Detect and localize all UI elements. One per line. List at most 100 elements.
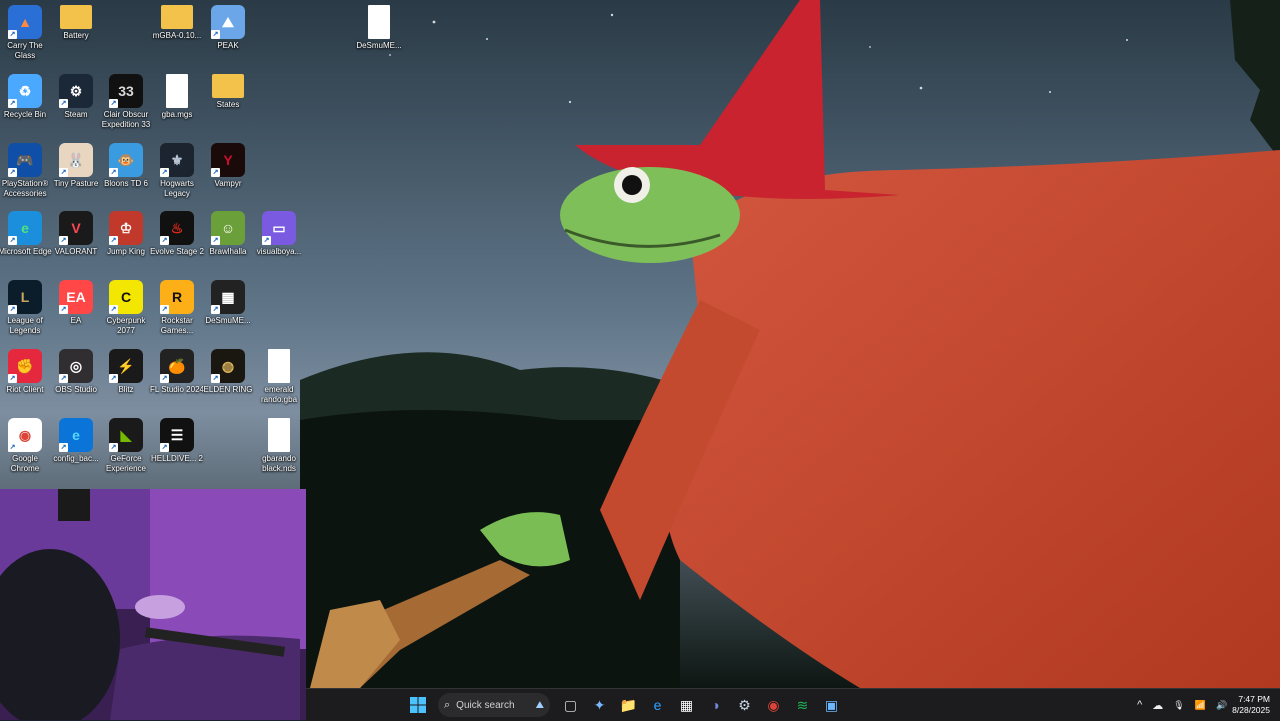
desktop-icon-desmume[interactable]: ▦ ↗ DeSmuME... — [203, 280, 253, 326]
shortcut-arrow-icon: ↗ — [211, 305, 220, 314]
cloud-icon[interactable]: ☁ — [1152, 699, 1163, 712]
start-button[interactable] — [404, 691, 432, 719]
taskbar-copilot-button[interactable]: ✦ — [586, 691, 614, 719]
vampyr-icon: Y ↗ — [211, 143, 245, 177]
tiny-pasture-icon: 🐰 ↗ — [59, 143, 93, 177]
desktop-icon-clair-obscur-expedition-33[interactable]: 33 ↗ Clair Obscur Expedition 33 — [101, 74, 151, 130]
shortcut-arrow-icon: ↗ — [8, 443, 17, 452]
desktop-icon-google-chrome[interactable]: ◉ ↗ Google Chrome — [0, 418, 50, 474]
desktop-icon-label: States — [216, 100, 240, 109]
desktop-icon-states[interactable]: States — [203, 74, 253, 110]
desktop-icon-carry-the-glass[interactable]: ▲ ↗ Carry The Glass — [0, 5, 50, 61]
mic-icon[interactable]: 🎙 — [1173, 700, 1184, 711]
search-highlight-icon: ⛰ — [535, 699, 544, 711]
ea-icon: EA ↗ — [59, 280, 93, 314]
shortcut-arrow-icon: ↗ — [59, 168, 68, 177]
shortcut-arrow-icon: ↗ — [8, 305, 17, 314]
desktop-icon-obs-studio[interactable]: ◎ ↗ OBS Studio — [51, 349, 101, 395]
chrome-icon: ◉ — [767, 696, 780, 713]
valorant-icon: V ↗ — [59, 211, 93, 245]
taskbar-discord-button[interactable]: ◑ — [702, 691, 730, 719]
desktop-icon-cyberpunk-2077[interactable]: C ↗ Cyberpunk 2077 — [101, 280, 151, 336]
shortcut-arrow-icon: ↗ — [8, 168, 17, 177]
taskbar-task-view-button[interactable]: ▢ — [557, 691, 585, 719]
task-view-icon: ▢ — [563, 696, 578, 713]
clock[interactable]: 7:47 PM 8/28/2025 — [1232, 694, 1270, 716]
shortcut-arrow-icon: ↗ — [8, 30, 17, 39]
geforce-experience-icon: ◣ ↗ — [109, 418, 143, 452]
webcam-overlay — [0, 489, 306, 720]
taskbar-steam-button[interactable]: ⚙ — [731, 691, 759, 719]
clair-obscur-expedition-33-icon: 33 ↗ — [109, 74, 143, 108]
desktop-icon-label: GeForce Experience — [105, 454, 147, 473]
desktop-icon-desmume[interactable]: DeSmuME... — [354, 5, 404, 51]
desktop-icon-visualboya[interactable]: ▭ ↗ visualboya... — [254, 211, 304, 257]
desktop-icon-bloons-td-6[interactable]: 🐵 ↗ Bloons TD 6 — [101, 143, 151, 189]
desmume-icon — [368, 5, 390, 39]
shortcut-arrow-icon: ↗ — [262, 236, 271, 245]
desktop-icon-league-of-legends[interactable]: L ↗ League of Legends — [0, 280, 50, 336]
desktop-icon-elden-ring[interactable]: ◍ ↗ ELDEN RING — [203, 349, 253, 395]
store-icon: ▦ — [679, 696, 694, 713]
desktop-icon-label: Bloons TD 6 — [104, 179, 148, 188]
desktop-icon-label: DeSmuME... — [356, 41, 402, 50]
shortcut-arrow-icon: ↗ — [109, 443, 118, 452]
windows-logo-icon — [409, 697, 426, 713]
fl-studio-2024-icon: 🍊 ↗ — [160, 349, 194, 383]
desktop-icon-blitz[interactable]: ⚡ ↗ Blitz — [101, 349, 151, 395]
desktop-icon-ea[interactable]: EA ↗ EA — [51, 280, 101, 326]
brawlhalla-icon: ☺ ↗ — [211, 211, 245, 245]
copilot-icon: ✦ — [593, 696, 606, 713]
shortcut-arrow-icon: ↗ — [8, 99, 17, 108]
search-placeholder: Quick search — [456, 699, 515, 711]
tray-chevron-icon[interactable]: ^ — [1137, 699, 1142, 711]
desktop-icon-valorant[interactable]: V ↗ VALORANT — [51, 211, 101, 257]
desktop-icon-microsoft-edge[interactable]: e ↗ Microsoft Edge — [0, 211, 52, 257]
hogwarts-legacy-icon: ⚜ ↗ — [160, 143, 194, 177]
desktop-icon-label: Clair Obscur Expedition 33 — [101, 110, 151, 129]
desktop-icon-recycle-bin[interactable]: ♻ ↗ Recycle Bin — [0, 74, 50, 120]
taskbar-edge-button[interactable]: e — [644, 691, 672, 719]
search-box[interactable]: ⌕ Quick search ⛰ — [438, 693, 550, 717]
desktop-icon-mgba-0-10[interactable]: mGBA-0.10... — [152, 5, 202, 41]
desktop-icon-geforce-experience[interactable]: ◣ ↗ GeForce Experience — [101, 418, 151, 474]
desktop-icon-playstation-accessories[interactable]: 🎮 ↗ PlayStation® Accessories — [0, 143, 50, 199]
riot-client-icon: ✊ ↗ — [8, 349, 42, 383]
taskbar-photos-button[interactable]: ▣ — [818, 691, 846, 719]
shortcut-arrow-icon: ↗ — [8, 236, 17, 245]
desktop-icon-label: DeSmuME... — [205, 316, 251, 325]
obs-studio-icon: ◎ ↗ — [59, 349, 93, 383]
desktop-icon-peak[interactable]: ⛰ ↗ PEAK — [203, 5, 253, 51]
playstation-accessories-icon: 🎮 ↗ — [8, 143, 42, 177]
desktop-icon-label: Riot Client — [6, 385, 44, 394]
volume-icon[interactable]: 🔊 — [1216, 700, 1227, 711]
desktop-icon-rockstar-games[interactable]: R ↗ Rockstar Games... — [152, 280, 202, 336]
taskbar-chrome-button[interactable]: ◉ — [760, 691, 788, 719]
desktop-icon-config-bac[interactable]: e ↗ config_bac... — [51, 418, 101, 464]
wifi-icon[interactable]: 📶 — [1195, 700, 1206, 711]
elden-ring-icon: ◍ ↗ — [211, 349, 245, 383]
taskbar-store-button[interactable]: ▦ — [673, 691, 701, 719]
desktop-icon-tiny-pasture[interactable]: 🐰 ↗ Tiny Pasture — [51, 143, 101, 189]
taskbar-file-explorer-button[interactable]: 📁 — [615, 691, 643, 719]
shortcut-arrow-icon: ↗ — [160, 236, 169, 245]
desktop-icon-vampyr[interactable]: Y ↗ Vampyr — [203, 143, 253, 189]
desktop-icon-fl-studio-2024[interactable]: 🍊 ↗ FL Studio 2024 — [150, 349, 204, 395]
desktop-icon-label: League of Legends — [7, 316, 43, 335]
shortcut-arrow-icon: ↗ — [160, 305, 169, 314]
desktop-icon-gbarando-black-nds[interactable]: gbarando black.nds — [254, 418, 304, 474]
desktop-icon-battery[interactable]: Battery — [51, 5, 101, 41]
desktop-icon-evolve-stage-2[interactable]: ♨ ↗ Evolve Stage 2 — [150, 211, 204, 257]
webcam-image — [0, 489, 306, 720]
taskbar-spotify-button[interactable]: ≋ — [789, 691, 817, 719]
desktop-icon-emerald-rando-gba[interactable]: emerald rando.gba — [254, 349, 304, 405]
desktop-icon-hogwarts-legacy[interactable]: ⚜ ↗ Hogwarts Legacy — [152, 143, 202, 199]
desktop-icon-riot-client[interactable]: ✊ ↗ Riot Client — [0, 349, 50, 395]
desktop-icon-helldive-2[interactable]: ☰ ↗ HELLDIVE... 2 — [151, 418, 203, 464]
desktop-icon-jump-king[interactable]: ♔ ↗ Jump King — [101, 211, 151, 257]
shortcut-arrow-icon: ↗ — [59, 305, 68, 314]
desktop-icon-steam[interactable]: ⚙ ↗ Steam — [51, 74, 101, 120]
desktop-icon-gba-mgs[interactable]: gba.mgs — [152, 74, 202, 120]
desktop-icon-brawlhalla[interactable]: ☺ ↗ Brawlhalla — [203, 211, 253, 257]
shortcut-arrow-icon: ↗ — [59, 236, 68, 245]
